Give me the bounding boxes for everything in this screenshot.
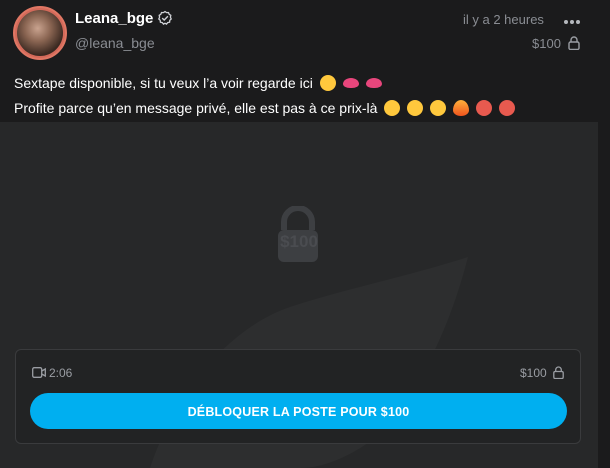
author-name[interactable]: Leana_bge (75, 10, 153, 27)
more-options-icon[interactable] (562, 14, 582, 30)
angry-face-emoji (475, 100, 492, 116)
post-card: Leana_bge @leana_bge il y a 2 heures $10… (0, 0, 610, 468)
face-emoji (384, 100, 401, 116)
post-text-line-2: Profite parce qu’en message privé, elle … (14, 96, 604, 121)
author-handle[interactable]: @leana_bge (75, 35, 155, 51)
post-text: Sextape disponible, si tu veux l’a voir … (14, 71, 604, 121)
avatar[interactable] (13, 6, 67, 60)
video-duration: 2:06 (49, 366, 73, 380)
locked-media[interactable]: $100 2:06 $100 DÉBLOQUER LA POSTE POUR $… (0, 122, 598, 468)
face-emoji (430, 100, 447, 116)
unlock-post-button[interactable]: DÉBLOQUER LA POSTE POUR $100 (30, 393, 567, 429)
post-time: il y a 2 heures (463, 12, 544, 27)
lips-emoji (342, 78, 359, 88)
hugging-face-emoji (319, 75, 336, 91)
fire-emoji (452, 100, 469, 116)
unlock-price: $100 (520, 366, 547, 380)
lock-icon (553, 366, 564, 379)
scrollbar[interactable] (598, 122, 610, 468)
lips-emoji (365, 78, 382, 88)
face-emoji (407, 100, 424, 116)
post-price: $100 (532, 36, 561, 51)
unlock-panel: 2:06 $100 DÉBLOQUER LA POSTE POUR $100 (15, 349, 581, 444)
lock-icon (568, 36, 580, 50)
angry-face-emoji (498, 100, 515, 116)
video-camera-icon (32, 367, 46, 378)
post-text-line-1: Sextape disponible, si tu veux l’a voir … (14, 71, 604, 96)
verified-badge-icon (158, 10, 172, 25)
media-price-label: $100 (280, 232, 318, 251)
